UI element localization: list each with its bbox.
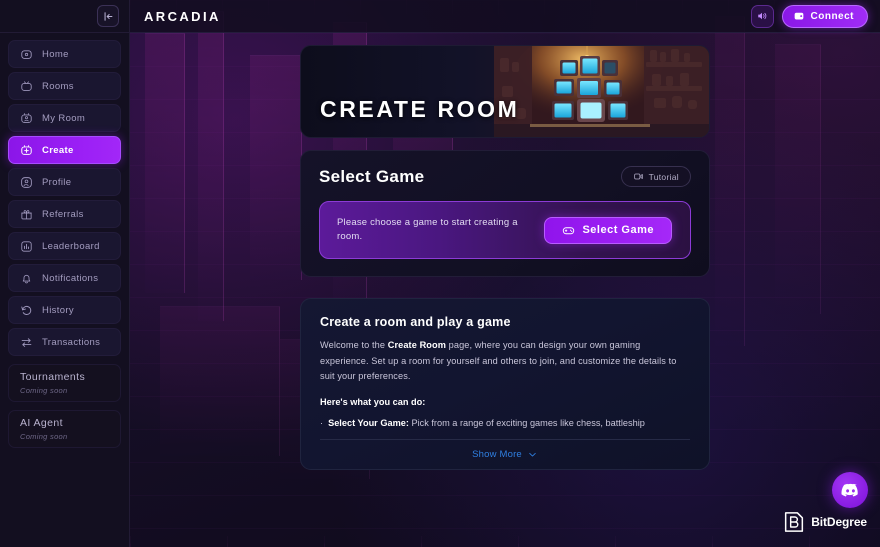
sidebar-item-label: Referrals	[42, 208, 84, 220]
wallet-icon	[794, 12, 803, 20]
sidebar-item-label: Rooms	[42, 80, 74, 92]
bullet-dot: ·	[320, 417, 324, 428]
select-game-prompt-panel: Please choose a game to start creating a…	[319, 201, 691, 259]
sidebar-item-transactions[interactable]: Transactions	[8, 328, 121, 356]
select-game-button[interactable]: Select Game	[544, 216, 672, 244]
select-game-card: Select Game Tutorial Please choose a gam…	[300, 150, 710, 277]
sidebar-collapse-button[interactable]	[97, 5, 119, 27]
sidebar-item-label: Create	[42, 144, 74, 156]
sidebar-item-label: Home	[42, 48, 69, 60]
sidebar-item-rooms[interactable]: Rooms	[8, 72, 121, 100]
sidebar-item-history[interactable]: History	[8, 296, 121, 324]
sidebar-soon-subtitle: Coming soon	[20, 386, 68, 395]
info-para-bold: Create Room	[387, 340, 446, 350]
bell-icon	[20, 272, 33, 285]
sidebar: Home Rooms My Room Create Profile Referr…	[0, 0, 130, 547]
show-more-button[interactable]: Show More	[320, 449, 690, 460]
tutorial-button[interactable]: Tutorial	[620, 166, 691, 187]
content-scroll-area: CREATE ROOM Select Game Tutorial Please …	[130, 33, 880, 547]
info-card: Create a room and play a game Welcome to…	[300, 298, 710, 470]
info-card-paragraph: Welcome to the Create Room page, where y…	[320, 338, 690, 385]
sidebar-soon-title: Tournaments	[20, 371, 86, 383]
select-game-message: Please choose a game to start creating a…	[337, 217, 518, 242]
sidebar-item-create[interactable]: Create	[8, 136, 121, 164]
discord-button[interactable]	[832, 472, 868, 508]
sidebar-item-label: Profile	[42, 176, 72, 188]
profile-user-icon	[20, 176, 33, 189]
banner-title: CREATE ROOM	[320, 96, 520, 122]
select-game-title: Select Game	[319, 166, 425, 186]
create-plus-tv-icon	[20, 144, 33, 157]
gift-icon	[20, 208, 33, 221]
sidebar-item-leaderboard[interactable]: Leaderboard	[8, 232, 121, 260]
my-room-tv-icon	[20, 112, 33, 125]
discord-icon	[841, 483, 858, 497]
sidebar-item-notifications[interactable]: Notifications	[8, 264, 121, 292]
bar-chart-icon	[20, 240, 33, 253]
select-game-button-label: Select Game	[582, 224, 654, 236]
history-undo-icon	[20, 304, 33, 317]
sidebar-item-ai-agent: AI Agent Coming soon	[8, 410, 121, 448]
video-tutorial-icon	[633, 173, 643, 180]
sidebar-header	[0, 0, 129, 33]
bitdegree-watermark: BitDegree	[784, 511, 867, 533]
collapse-left-icon	[104, 11, 112, 21]
sound-toggle-button[interactable]	[750, 4, 774, 28]
rooms-tv-icon	[20, 80, 33, 93]
topbar: ARCADIA Connect	[130, 0, 880, 33]
sidebar-item-label: Leaderboard	[42, 240, 100, 252]
sidebar-nav: Home Rooms My Room Create Profile Referr…	[0, 33, 129, 448]
transfer-arrows-icon	[20, 336, 33, 349]
main-area: ARCADIA Connect CREATE ROOM Select Game …	[130, 0, 880, 547]
sidebar-soon-title: AI Agent	[20, 417, 63, 429]
select-game-header: Select Game Tutorial	[319, 166, 691, 187]
sidebar-item-label: History	[42, 304, 75, 316]
show-more-label: Show More	[472, 448, 522, 460]
bullet-text: Pick from a range of exciting games like…	[408, 417, 645, 428]
bitdegree-shield-icon	[785, 512, 804, 532]
home-tv-icon	[20, 48, 33, 61]
brand-logo-text: ARCADIA	[144, 8, 221, 24]
bitdegree-wordmark: BitDegree	[811, 515, 867, 529]
info-card-title: Create a room and play a game	[320, 315, 511, 329]
topbar-actions: Connect	[750, 4, 868, 28]
sidebar-item-home[interactable]: Home	[8, 40, 121, 68]
sidebar-soon-subtitle: Coming soon	[20, 432, 68, 441]
app-root: Home Rooms My Room Create Profile Referr…	[0, 0, 880, 547]
info-card-bullet: · Select Your Game: Pick from a range of …	[320, 416, 690, 440]
info-card-subheading: Here's what you can do:	[320, 396, 426, 407]
sidebar-item-label: Transactions	[42, 336, 101, 348]
tutorial-button-label: Tutorial	[648, 171, 679, 182]
sidebar-item-referrals[interactable]: Referrals	[8, 200, 121, 228]
sidebar-item-my-room[interactable]: My Room	[8, 104, 121, 132]
info-para-part1: Welcome to the	[320, 340, 388, 350]
create-room-banner: CREATE ROOM	[300, 45, 710, 138]
sidebar-item-profile[interactable]: Profile	[8, 168, 121, 196]
chevron-down-icon	[529, 452, 536, 456]
connect-wallet-button[interactable]: Connect	[781, 4, 868, 28]
content-column: CREATE ROOM Select Game Tutorial Please …	[300, 45, 710, 470]
sidebar-item-tournaments: Tournaments Coming soon	[8, 364, 121, 402]
sidebar-item-label: My Room	[42, 112, 86, 124]
bullet-bold: Select Your Game:	[328, 417, 409, 428]
connect-button-label: Connect	[810, 10, 854, 22]
speaker-volume-icon	[758, 12, 767, 20]
gamepad-icon	[563, 226, 575, 234]
sidebar-item-label: Notifications	[42, 272, 99, 284]
